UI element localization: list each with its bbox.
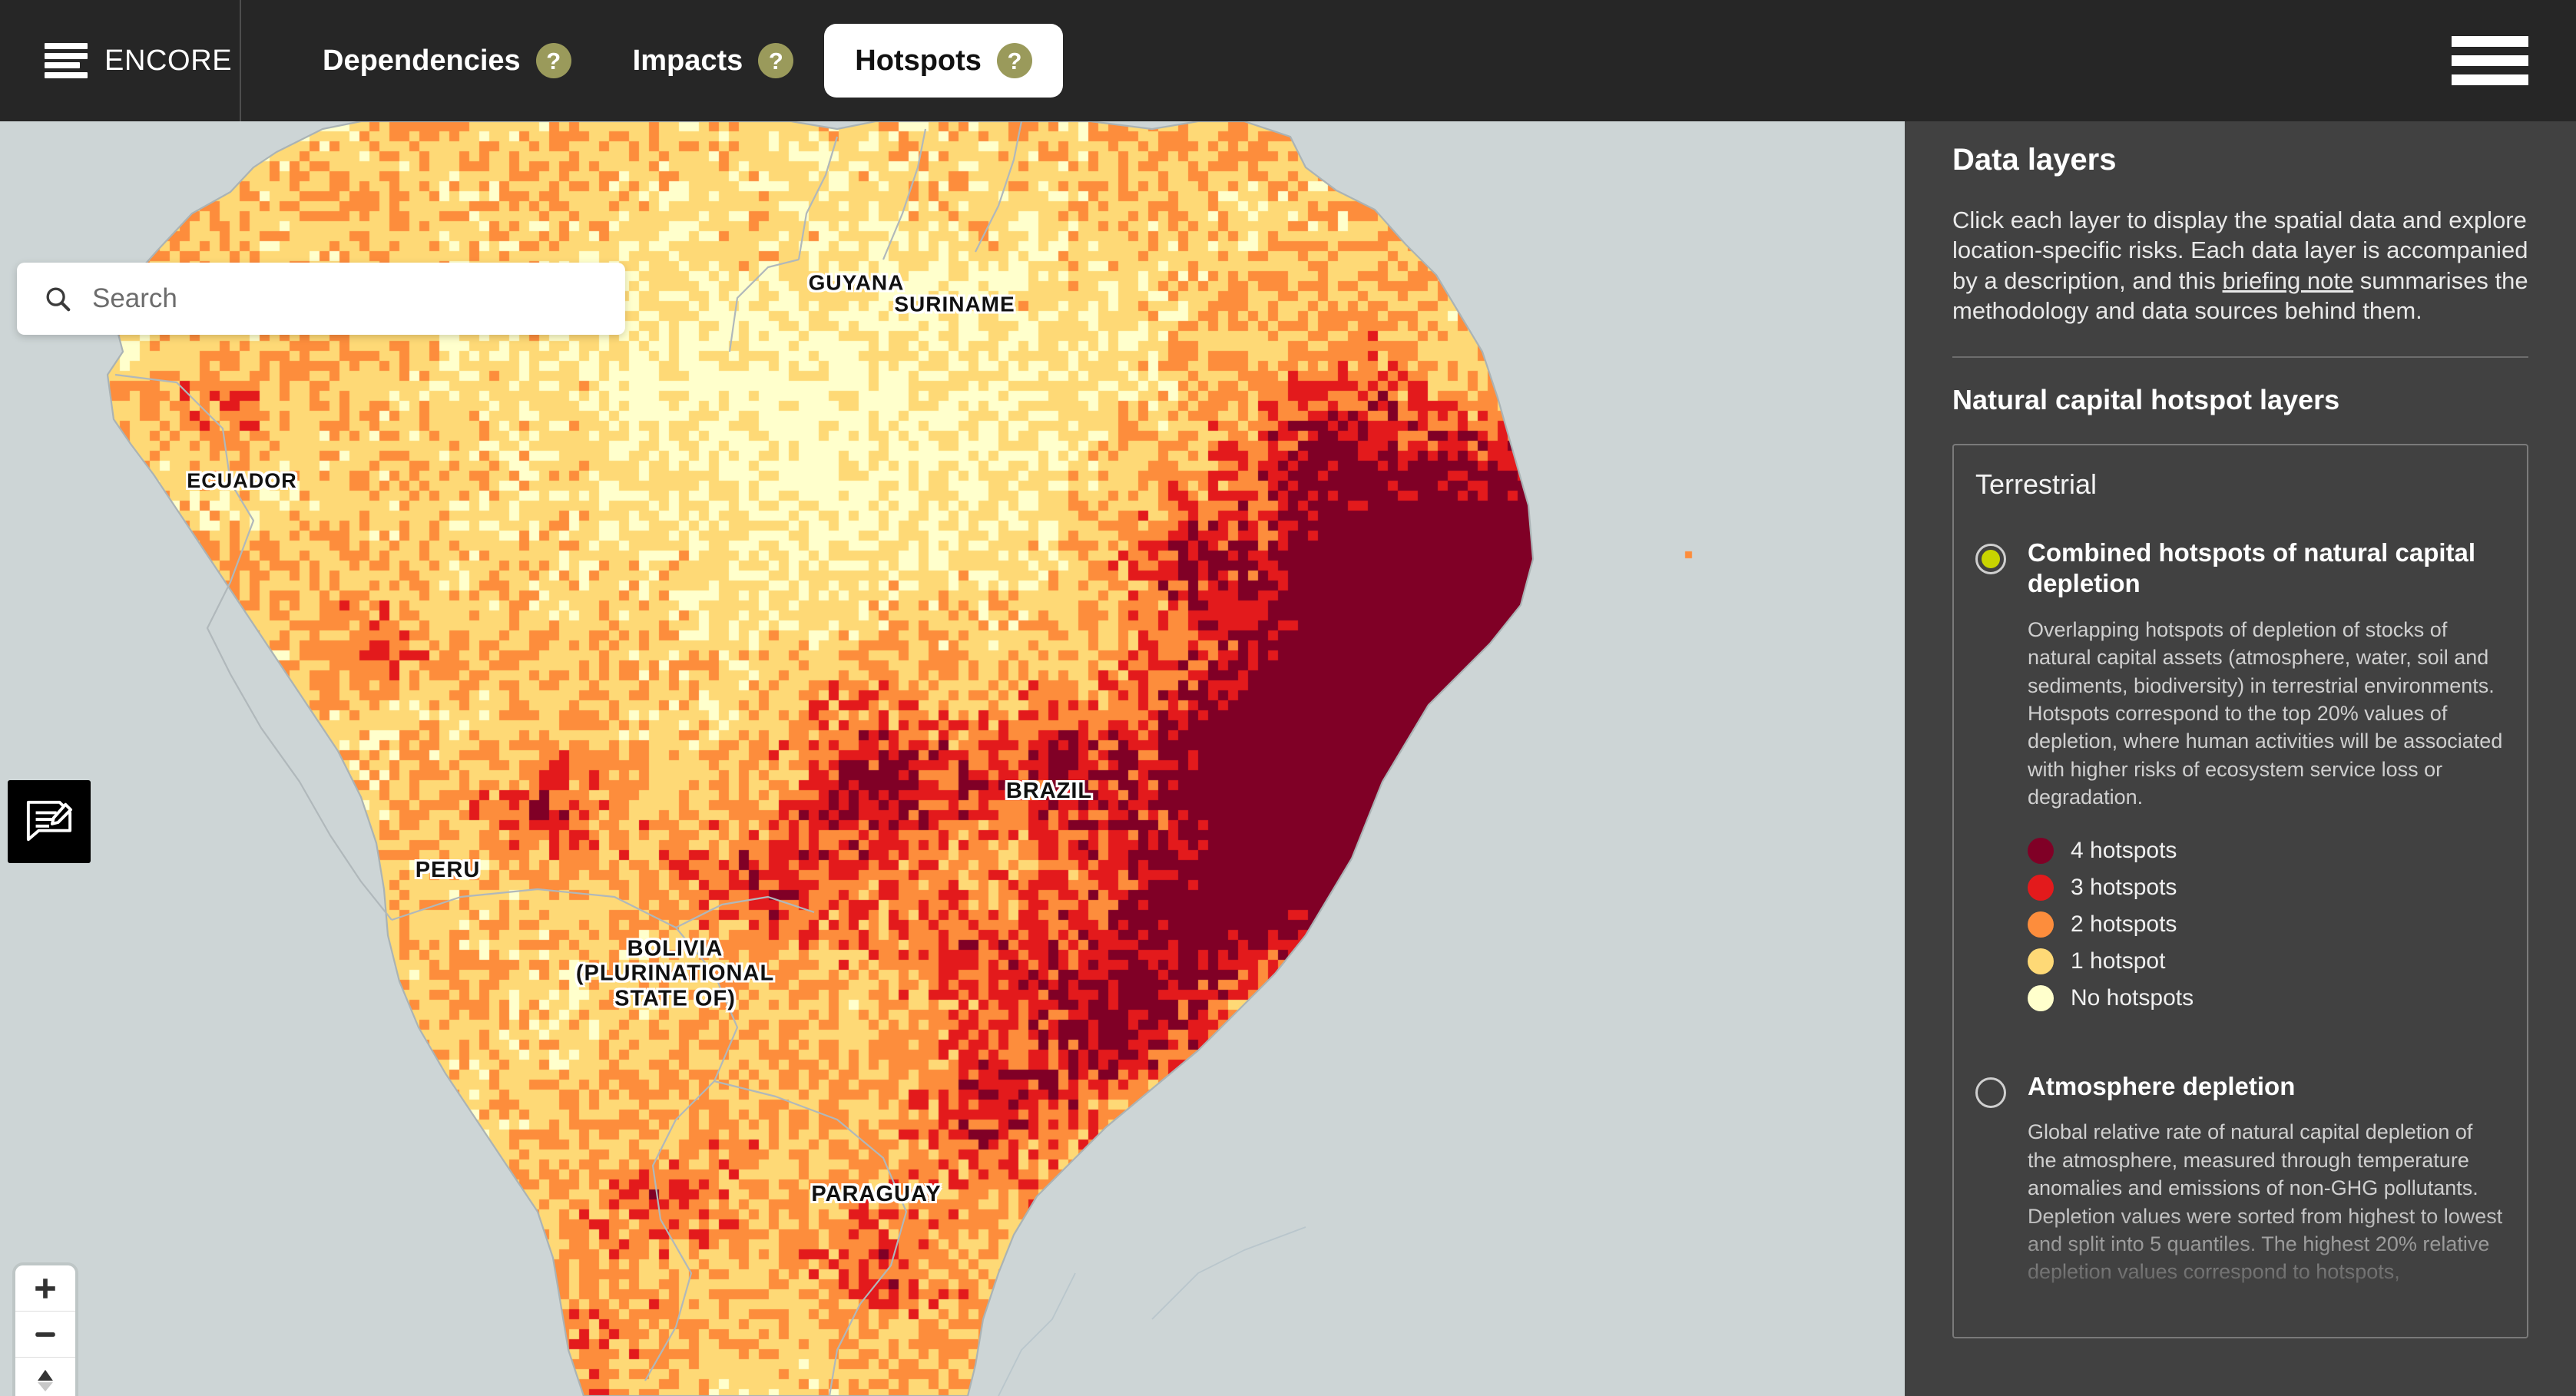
section-title-natural-capital-hotspot-layers: Natural capital hotspot layers <box>1952 384 2340 416</box>
legend-label-1-hotspot: 1 hotspot <box>2071 948 2166 974</box>
legend-item: 2 hotspots <box>2028 911 2505 938</box>
legend-swatch-1-hotspot <box>2028 948 2054 974</box>
zoom-out-button[interactable] <box>15 1312 75 1358</box>
layer-description-atmosphere-depletion: Global relative rate of natural capital … <box>2028 1120 2503 1284</box>
tab-dependencies[interactable]: Dependencies ? <box>292 24 602 98</box>
panel-title: Data layers <box>1952 143 2117 177</box>
legend-item: No hotspots <box>2028 984 2505 1011</box>
tab-dependencies-label: Dependencies <box>323 44 521 77</box>
map-label-paraguay: PARAGUAY <box>811 1181 942 1206</box>
hamburger-logo-icon <box>45 43 88 78</box>
briefing-note-link[interactable]: briefing note <box>2223 267 2354 294</box>
encore-hotspots-app: ENCORE Dependencies ? Impacts ? Hotspots… <box>0 0 2576 1396</box>
feedback-comment-edit-icon[interactable] <box>8 780 91 863</box>
tab-hotspots[interactable]: Hotspots ? <box>824 24 1063 98</box>
data-layers-panel: Data layers Click each layer to display … <box>1905 121 2576 1396</box>
search-icon <box>46 287 71 312</box>
main-tabs: Dependencies ? Impacts ? Hotspots ? <box>292 0 1063 121</box>
minus-icon <box>35 1331 55 1337</box>
search-input[interactable] <box>92 263 599 335</box>
legend-label-no-hotspots: No hotspots <box>2071 984 2194 1011</box>
layer-description-combined-hotspots: Overlapping hotspots of depletion of sto… <box>2028 617 2503 809</box>
map-label-peru: PERU <box>415 857 481 882</box>
legend-swatch-2-hotspots <box>2028 911 2054 938</box>
compass-reset-button[interactable] <box>15 1358 75 1396</box>
brand-label: ENCORE <box>104 44 233 77</box>
panel-divider <box>1952 356 2528 359</box>
tab-impacts[interactable]: Impacts ? <box>602 24 825 98</box>
legend-swatch-no-hotspots <box>2028 984 2054 1011</box>
top-navigation-bar: ENCORE Dependencies ? Impacts ? Hotspots… <box>0 0 2576 121</box>
zoom-in-button[interactable] <box>15 1265 75 1312</box>
help-icon-dependencies[interactable]: ? <box>535 43 571 78</box>
tab-impacts-label: Impacts <box>632 44 743 77</box>
legend-item: 3 hotspots <box>2028 874 2505 901</box>
legend-label-3-hotspots: 3 hotspots <box>2071 874 2177 900</box>
radio-combined-hotspots[interactable] <box>1975 544 2006 575</box>
layer-name-combined-hotspots: Combined hotspots of natural capital dep… <box>2028 538 2476 598</box>
legend-label-4-hotspots: 4 hotspots <box>2071 837 2177 863</box>
hamburger-menu-icon[interactable] <box>2452 36 2528 85</box>
map-zoom-controls <box>15 1265 75 1396</box>
legend-swatch-4-hotspots <box>2028 837 2054 864</box>
map-viewport[interactable]: GUYANA SURINAME ECUADOR BRAZIL PERU BOLIVIA (… <box>0 121 1905 1396</box>
legend-item: 1 hotspot <box>2028 948 2505 974</box>
layer-option-combined-hotspots[interactable]: Combined hotspots of natural capital dep… <box>1975 538 2505 1021</box>
tab-hotspots-label: Hotspots <box>855 44 982 77</box>
layer-option-atmosphere-depletion[interactable]: Atmosphere depletion Global relative rat… <box>1975 1071 2505 1286</box>
legend-swatch-3-hotspots <box>2028 874 2054 901</box>
radio-atmosphere-depletion[interactable] <box>1975 1077 2006 1108</box>
map-label-ecuador: ECUADOR <box>187 468 297 492</box>
terrestrial-layer-card: Terrestrial Combined hotspots of natural… <box>1952 444 2528 1339</box>
brand-home-button[interactable]: ENCORE <box>0 0 241 121</box>
compass-icon <box>38 1369 53 1392</box>
panel-description: Click each layer to display the spatial … <box>1952 205 2528 326</box>
legend-label-2-hotspots: 2 hotspots <box>2071 911 2177 937</box>
card-group-title-terrestrial: Terrestrial <box>1975 468 2098 501</box>
help-icon-hotspots[interactable]: ? <box>996 43 1032 78</box>
plus-icon <box>35 1278 55 1298</box>
hotspot-legend: 4 hotspots 3 hotspots 2 hotspots 1 hotsp… <box>2028 837 2505 1011</box>
feedback-icon-glyph <box>26 800 73 842</box>
layer-name-atmosphere-depletion: Atmosphere depletion <box>2028 1071 2296 1100</box>
map-label-guyana: GUYANA <box>808 270 905 295</box>
help-icon-impacts[interactable]: ? <box>758 43 794 78</box>
map-label-suriname: SURINAME <box>894 292 1015 316</box>
search-box[interactable] <box>17 263 625 335</box>
map-label-bolivia: BOLIVIA (PLURINATIONAL STATE OF) <box>575 936 775 1011</box>
map-label-brazil: BRAZIL <box>1005 778 1093 803</box>
legend-item: 4 hotspots <box>2028 837 2505 864</box>
